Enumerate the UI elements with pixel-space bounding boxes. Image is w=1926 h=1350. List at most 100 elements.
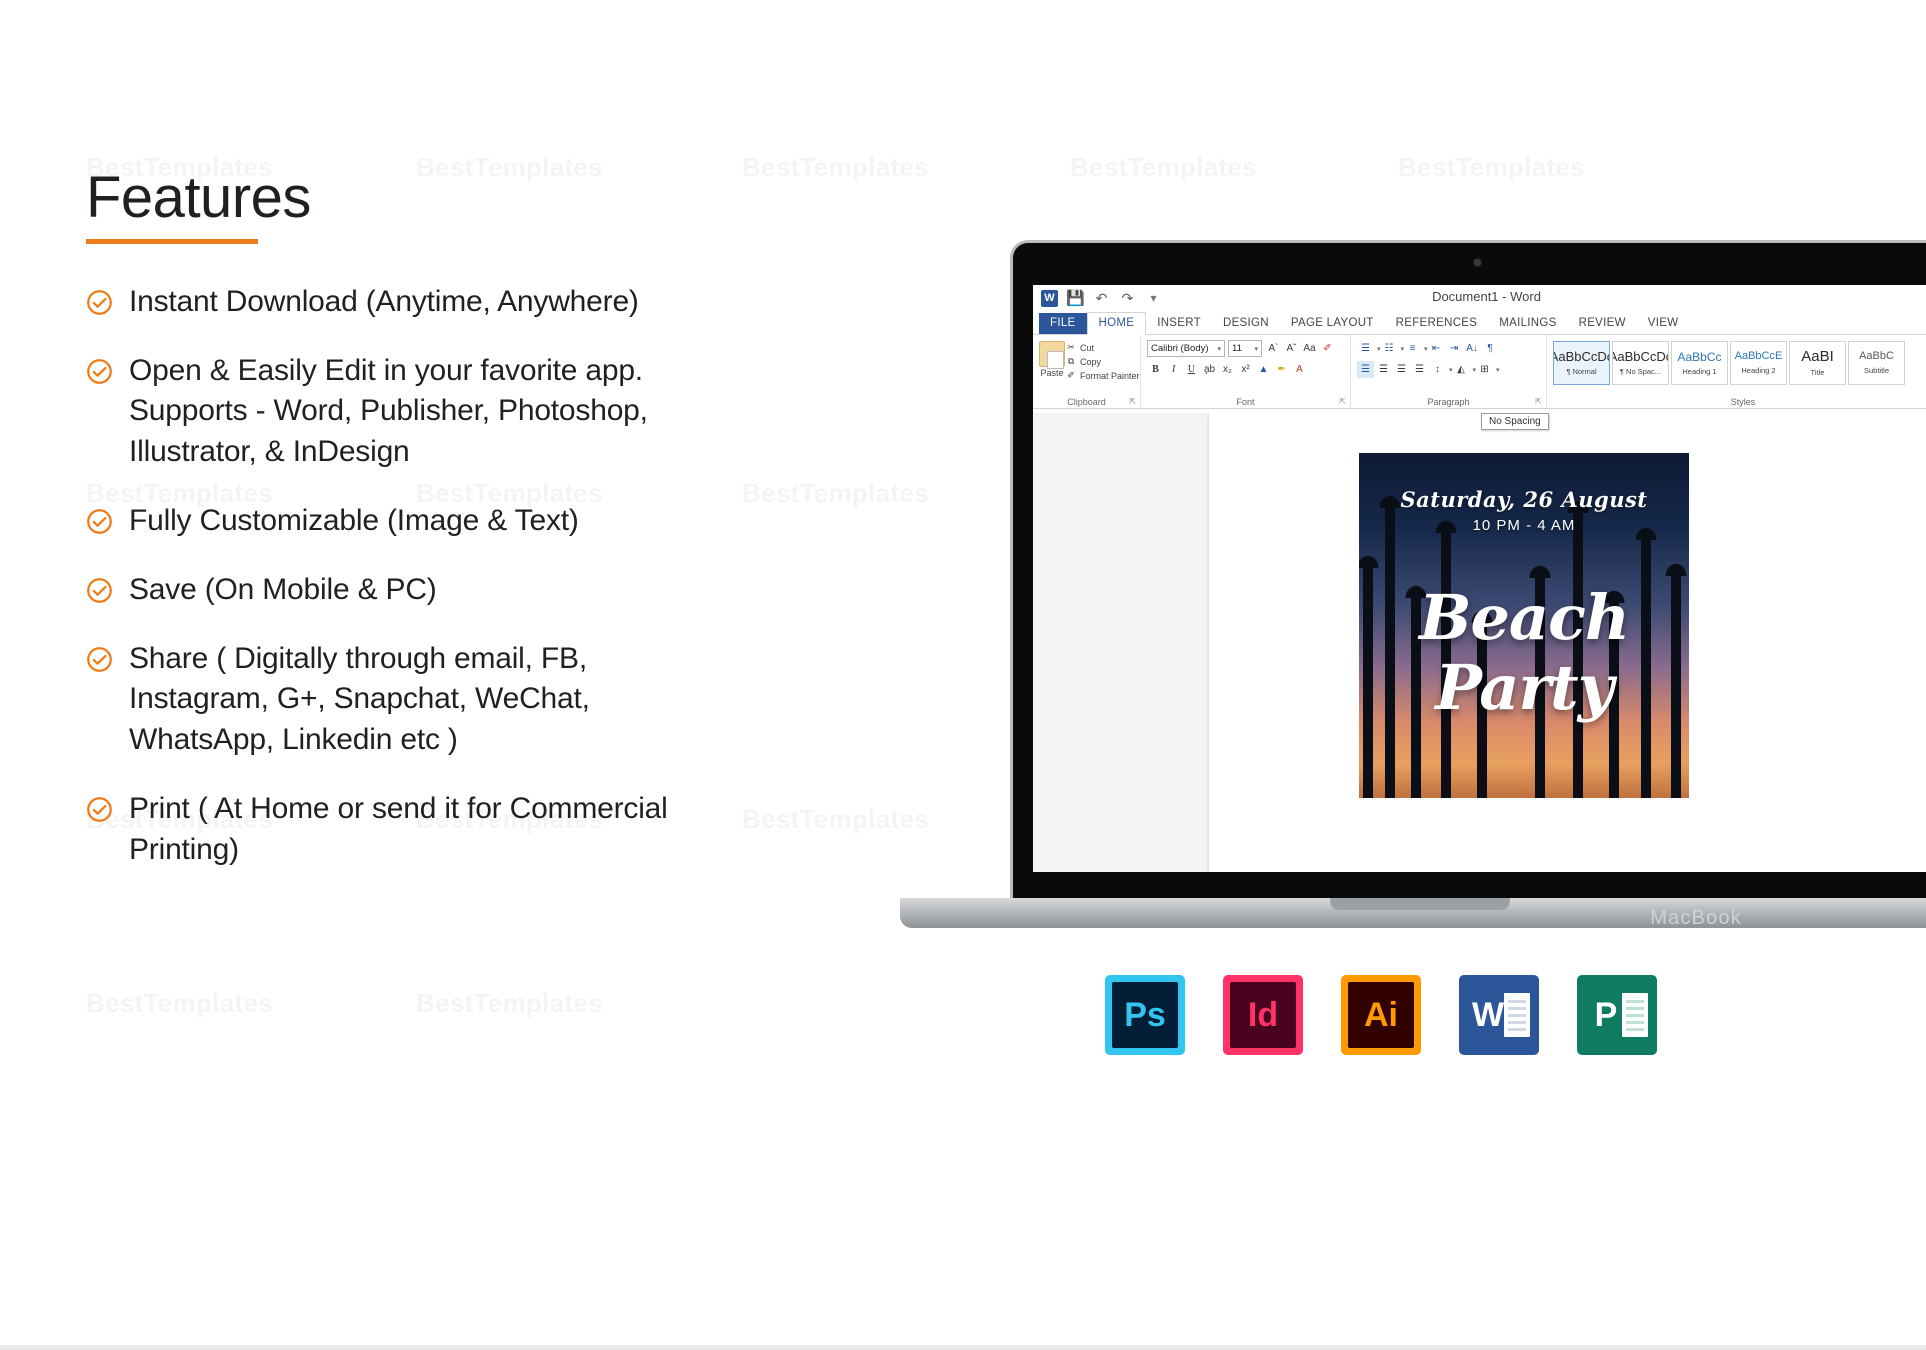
highlight-color-icon[interactable]: ✒: [1273, 361, 1290, 378]
indesign-icon: Id: [1223, 975, 1303, 1055]
show-marks-icon[interactable]: ¶: [1482, 340, 1499, 357]
style-sample: AaBbCcE: [1734, 350, 1783, 362]
document-canvas[interactable]: Saturday, 26 August 10 PM - 4 AM Beach P…: [1033, 413, 1926, 872]
feature-item: Open & Easily Edit in your favorite app.…: [86, 351, 746, 473]
beach-party-poster[interactable]: Saturday, 26 August 10 PM - 4 AM Beach P…: [1359, 453, 1689, 798]
multilevel-list-icon[interactable]: ≡: [1404, 340, 1421, 357]
clipboard-dialog-launcher-icon[interactable]: ⇱: [1129, 397, 1136, 406]
copy-button[interactable]: ⧉ Copy: [1065, 356, 1140, 367]
laptop-base-notch: [1330, 898, 1510, 910]
tab-review[interactable]: REVIEW: [1568, 313, 1637, 334]
bold-icon[interactable]: B: [1147, 361, 1164, 378]
subscript-icon[interactable]: x₂: [1219, 361, 1236, 378]
style-title[interactable]: AaBІ Title: [1789, 341, 1846, 385]
superscript-icon[interactable]: x²: [1237, 361, 1254, 378]
italic-icon[interactable]: I: [1165, 361, 1182, 378]
tab-view[interactable]: VIEW: [1637, 313, 1690, 334]
shading-icon[interactable]: ◭: [1453, 361, 1470, 378]
strikethrough-icon[interactable]: a̧b: [1201, 361, 1218, 378]
word-icon: W: [1459, 975, 1539, 1055]
document-page[interactable]: Saturday, 26 August 10 PM - 4 AM Beach P…: [1209, 413, 1926, 872]
word-title-bar: W 💾 ↶ ↷ ▾ Document1 - Word: [1033, 285, 1926, 311]
decrease-indent-icon[interactable]: ⇤: [1428, 340, 1445, 357]
paragraph-dialog-launcher-icon[interactable]: ⇱: [1535, 397, 1542, 406]
style-sample: AaBbCс: [1677, 349, 1722, 364]
indesign-glyph: Id: [1247, 996, 1279, 1034]
align-left-icon[interactable]: ☰: [1357, 361, 1374, 378]
borders-icon[interactable]: ⊞: [1476, 361, 1493, 378]
cut-button[interactable]: ✂ Cut: [1065, 342, 1140, 353]
text-effects-icon[interactable]: ▲: [1255, 361, 1272, 378]
paste-label: Paste: [1040, 368, 1064, 378]
word-application-window: W 💾 ↶ ↷ ▾ Document1 - Word FILE HOME INS…: [1033, 285, 1926, 872]
increase-indent-icon[interactable]: ⇥: [1446, 340, 1463, 357]
shrink-font-icon[interactable]: Aˇ: [1283, 340, 1300, 357]
font-color-icon[interactable]: A: [1291, 361, 1308, 378]
page-title: Features: [86, 165, 311, 230]
align-right-icon[interactable]: ☰: [1393, 361, 1410, 378]
align-center-icon[interactable]: ☰: [1375, 361, 1392, 378]
check-circle-icon: [86, 358, 113, 385]
tab-insert[interactable]: INSERT: [1146, 313, 1212, 334]
laptop-lid: W 💾 ↶ ↷ ▾ Document1 - Word FILE HOME INS…: [1010, 240, 1926, 900]
chevron-down-icon[interactable]: ▾: [1496, 366, 1500, 374]
watermark: BestTemplates: [416, 988, 603, 1019]
publisher-icon: P: [1577, 975, 1657, 1055]
chevron-down-icon: ▾: [1254, 345, 1258, 353]
ribbon-tab-bar: FILE HOME INSERT DESIGN PAGE LAYOUT REFE…: [1033, 311, 1926, 335]
justify-icon[interactable]: ☰: [1411, 361, 1428, 378]
style-sample: AaBbC: [1859, 350, 1894, 362]
font-size-combobox[interactable]: 11 ▾: [1228, 340, 1262, 357]
document-title: Document1 - Word: [1432, 289, 1541, 304]
tab-home[interactable]: HOME: [1086, 312, 1147, 335]
supported-apps-row: Ps Id Ai W P: [1105, 975, 1657, 1055]
style-no-spacing[interactable]: AaBbCcDc ¶ No Spac...: [1612, 341, 1669, 385]
watermark: BestTemplates: [86, 988, 273, 1019]
clear-formatting-icon[interactable]: ✐: [1319, 340, 1336, 357]
change-case-icon[interactable]: Aa: [1301, 340, 1318, 357]
tab-design[interactable]: DESIGN: [1212, 313, 1280, 334]
feature-text: Open & Easily Edit in your favorite app.…: [129, 353, 648, 469]
tab-file[interactable]: FILE: [1039, 313, 1087, 334]
slide-canvas: BestTemplates BestTemplates BestTemplate…: [0, 0, 1926, 1350]
style-heading-1[interactable]: AaBbCс Heading 1: [1671, 341, 1728, 385]
style-normal[interactable]: AaBbCcDc ¶ Normal: [1553, 341, 1610, 385]
underline-icon[interactable]: U: [1183, 361, 1200, 378]
font-size-value: 11: [1232, 343, 1242, 354]
style-heading-2[interactable]: AaBbCcE Heading 2: [1730, 341, 1787, 385]
watermark: BestTemplates: [742, 152, 929, 183]
line-spacing-icon[interactable]: ↕: [1429, 361, 1446, 378]
feature-text: Instant Download (Anytime, Anywhere): [129, 284, 639, 318]
tab-references[interactable]: REFERENCES: [1385, 313, 1489, 334]
bullets-icon[interactable]: ☰: [1357, 340, 1374, 357]
styles-gallery: AaBbCcDc ¶ Normal AaBbCcDc ¶ No Spac... …: [1553, 339, 1926, 385]
laptop-screen: W 💾 ↶ ↷ ▾ Document1 - Word FILE HOME INS…: [1033, 285, 1926, 872]
cut-icon: ✂: [1067, 342, 1075, 352]
cut-label: Cut: [1080, 342, 1095, 353]
publisher-glyph: P: [1594, 996, 1618, 1034]
font-dialog-launcher-icon[interactable]: ⇱: [1339, 397, 1346, 406]
illustrator-glyph: Ai: [1364, 996, 1398, 1034]
poster-headline-beach: Beach: [1419, 581, 1630, 654]
format-painter-button[interactable]: ✐ Format Painter: [1065, 370, 1140, 381]
ribbon-group-font: Calibri (Body) ▾ 11 ▾ Aˋ Aˇ Aa ✐ B I U a…: [1141, 335, 1351, 408]
check-circle-icon: [86, 796, 113, 823]
paste-icon: [1039, 341, 1065, 369]
group-label-styles: Styles: [1730, 397, 1756, 407]
feature-item: Share ( Digitally through email, FB, Ins…: [86, 639, 746, 761]
format-painter-label: Format Painter: [1080, 370, 1140, 381]
photoshop-icon: Ps: [1105, 975, 1185, 1055]
feature-item: Fully Customizable (Image & Text): [86, 501, 746, 542]
paste-button[interactable]: Paste: [1039, 339, 1065, 384]
tab-page-layout[interactable]: PAGE LAYOUT: [1280, 313, 1385, 334]
sort-icon[interactable]: A↓: [1464, 340, 1481, 357]
feature-list: Instant Download (Anytime, Anywhere) Ope…: [86, 282, 746, 871]
tab-mailings[interactable]: MAILINGS: [1488, 313, 1567, 334]
style-subtitle[interactable]: AaBbC Subtitle: [1848, 341, 1905, 385]
numbering-icon[interactable]: ☷: [1381, 340, 1398, 357]
grow-font-icon[interactable]: Aˋ: [1265, 340, 1282, 357]
font-name-combobox[interactable]: Calibri (Body) ▾: [1147, 340, 1225, 357]
feature-text: Fully Customizable (Image & Text): [129, 504, 579, 538]
feature-item: Print ( At Home or send it for Commercia…: [86, 789, 746, 871]
style-sample: AaBbCcDc: [1554, 349, 1609, 364]
